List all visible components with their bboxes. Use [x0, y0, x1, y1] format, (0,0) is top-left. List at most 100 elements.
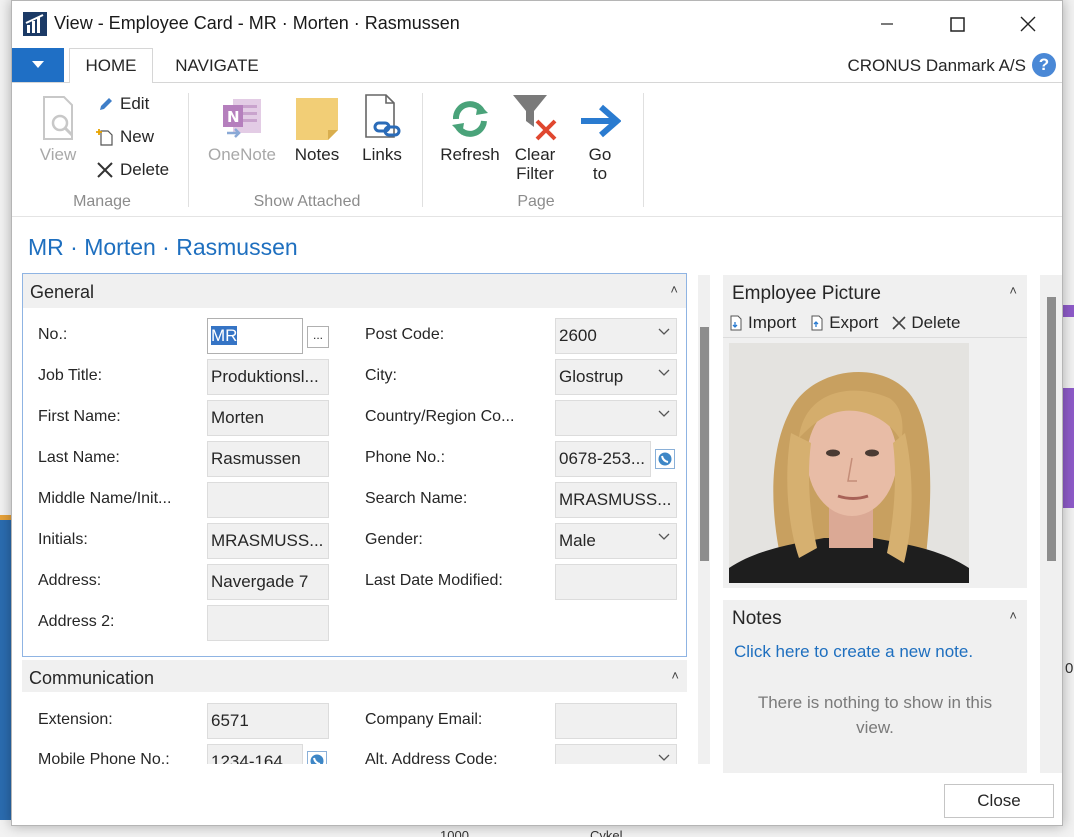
- maximize-button[interactable]: [922, 1, 992, 47]
- initials-field[interactable]: MRASMUSS...: [207, 523, 329, 559]
- delete-button[interactable]: Delete: [96, 160, 169, 180]
- alt-address-dropdown[interactable]: [555, 744, 677, 764]
- tab-home[interactable]: HOME: [69, 48, 153, 84]
- city-dropdown[interactable]: Glostrup: [555, 359, 677, 395]
- ribbon-tab-row: HOME NAVIGATE CRONUS Danmark A/S ?: [12, 48, 1062, 84]
- refresh-button[interactable]: Refresh: [438, 91, 502, 164]
- card-content: General ˄ No.: MR ... Job Title: Produkt…: [22, 273, 687, 764]
- notes-factbox: Notes ˄ Click here to create a new note.…: [723, 600, 1027, 773]
- help-icon[interactable]: ?: [1032, 53, 1056, 77]
- delete-picture-button[interactable]: Delete: [892, 313, 960, 333]
- background-app-right: 0: [1063, 0, 1074, 837]
- search-name-field[interactable]: MRASMUSS...: [555, 482, 677, 518]
- assist-edit-button[interactable]: ...: [307, 326, 329, 348]
- export-label: Export: [829, 313, 879, 332]
- import-icon: [730, 315, 742, 331]
- view-button[interactable]: View: [34, 91, 82, 164]
- close-button[interactable]: Close: [944, 784, 1054, 818]
- employee-card-window: View - Employee Card - MR · Morten · Ras…: [11, 0, 1063, 826]
- collapse-icon[interactable]: ˄: [671, 668, 679, 683]
- communication-fasttab: Communication ˄ Extension: 6571 Mobile P…: [22, 660, 687, 764]
- communication-header[interactable]: Communication ˄: [22, 660, 687, 692]
- import-button[interactable]: Import: [729, 313, 796, 333]
- tab-navigate[interactable]: NAVIGATE: [162, 48, 272, 83]
- last-name-field[interactable]: Rasmussen: [207, 441, 329, 477]
- close-window-button[interactable]: [993, 1, 1062, 47]
- collapse-icon[interactable]: ˄: [1009, 283, 1017, 298]
- background-text: 0: [1065, 660, 1074, 677]
- goto-label-2: to: [592, 164, 608, 183]
- city-label: City:: [365, 367, 397, 384]
- group-label-manage: Manage: [73, 193, 131, 210]
- job-title-label: Job Title:: [38, 367, 103, 384]
- notes-label: Notes: [294, 145, 340, 164]
- phone-label: Phone No.:: [365, 449, 446, 466]
- job-title-field[interactable]: Produktionsl...: [207, 359, 329, 395]
- scrollbar-thumb[interactable]: [700, 327, 709, 561]
- address2-field[interactable]: [207, 605, 329, 641]
- onenote-button[interactable]: N OneNote: [204, 91, 280, 164]
- company-email-label: Company Email:: [365, 711, 483, 728]
- view-document-icon: [34, 91, 82, 141]
- country-dropdown[interactable]: [555, 400, 677, 436]
- maximize-icon: [949, 16, 965, 32]
- application-menu-button[interactable]: [12, 48, 64, 82]
- first-name-field[interactable]: Morten: [207, 400, 329, 436]
- minimize-icon: [881, 23, 893, 25]
- edit-button[interactable]: Edit: [98, 94, 149, 114]
- empty-notes-line: There is nothing to show in this: [757, 693, 993, 712]
- address2-label: Address 2:: [38, 613, 115, 630]
- create-note-link[interactable]: Click here to create a new note.: [734, 642, 973, 662]
- phone-call-icon[interactable]: [307, 751, 327, 764]
- search-name-label: Search Name:: [365, 490, 468, 507]
- sticky-note-icon: [293, 91, 341, 141]
- employee-picture-title: Employee Picture: [732, 283, 881, 304]
- goto-label-1: Go: [588, 145, 612, 164]
- general-fasttab: General ˄ No.: MR ... Job Title: Produkt…: [22, 273, 687, 657]
- clear-filter-icon: [511, 91, 559, 141]
- window-title: View - Employee Card - MR · Morten · Ras…: [54, 13, 460, 33]
- company-email-field[interactable]: [555, 703, 677, 739]
- clear-filter-label-1: Clear: [514, 145, 556, 164]
- refresh-label: Refresh: [440, 145, 500, 164]
- content-scrollbar[interactable]: [698, 275, 710, 764]
- notes-button[interactable]: Notes: [290, 91, 344, 164]
- group-separator: [422, 93, 423, 207]
- phone-field[interactable]: 0678-253...: [555, 441, 651, 477]
- chevron-down-icon: [658, 328, 670, 335]
- minimize-button[interactable]: [852, 1, 922, 47]
- communication-title: Communication: [29, 668, 155, 688]
- country-label: Country/Region Co...: [365, 408, 515, 425]
- employee-picture-factbox: Employee Picture ˄ Import Export Delete: [723, 275, 1027, 588]
- mobile-field[interactable]: 1234-164...: [207, 744, 303, 764]
- new-button[interactable]: New: [96, 127, 154, 147]
- links-button[interactable]: Links: [356, 91, 408, 164]
- extension-field[interactable]: 6571: [207, 703, 329, 739]
- no-field[interactable]: MR: [207, 318, 303, 354]
- goto-button[interactable]: Go to: [576, 91, 624, 183]
- address-field[interactable]: Navergade 7: [207, 564, 329, 600]
- clear-filter-button[interactable]: Clear Filter: [510, 91, 560, 183]
- general-header[interactable]: General ˄: [23, 274, 686, 308]
- post-code-label: Post Code:: [365, 326, 445, 343]
- collapse-icon[interactable]: ˄: [670, 282, 678, 297]
- empty-notes-line: view.: [856, 718, 894, 737]
- chevron-down-icon: [658, 533, 670, 540]
- last-modified-field: [555, 564, 677, 600]
- factbox-scrollbar[interactable]: [1040, 275, 1062, 773]
- collapse-icon[interactable]: ˄: [1009, 608, 1017, 623]
- post-code-dropdown[interactable]: 2600: [555, 318, 677, 354]
- gender-dropdown[interactable]: Male: [555, 523, 677, 559]
- chevron-down-icon: [658, 369, 670, 376]
- scrollbar-thumb[interactable]: [1047, 297, 1056, 561]
- city-value: Glostrup: [559, 367, 624, 386]
- title-bar: View - Employee Card - MR · Morten · Ras…: [12, 1, 1062, 47]
- background-text: Cykel: [590, 828, 623, 837]
- alt-address-label: Alt. Address Code:: [365, 751, 498, 764]
- mobile-label: Mobile Phone No.:: [38, 751, 170, 764]
- middle-name-field[interactable]: [207, 482, 329, 518]
- phone-call-icon[interactable]: [655, 449, 675, 469]
- export-button[interactable]: Export: [810, 313, 878, 333]
- onenote-icon: N: [218, 91, 266, 141]
- arrow-right-icon: [576, 91, 624, 141]
